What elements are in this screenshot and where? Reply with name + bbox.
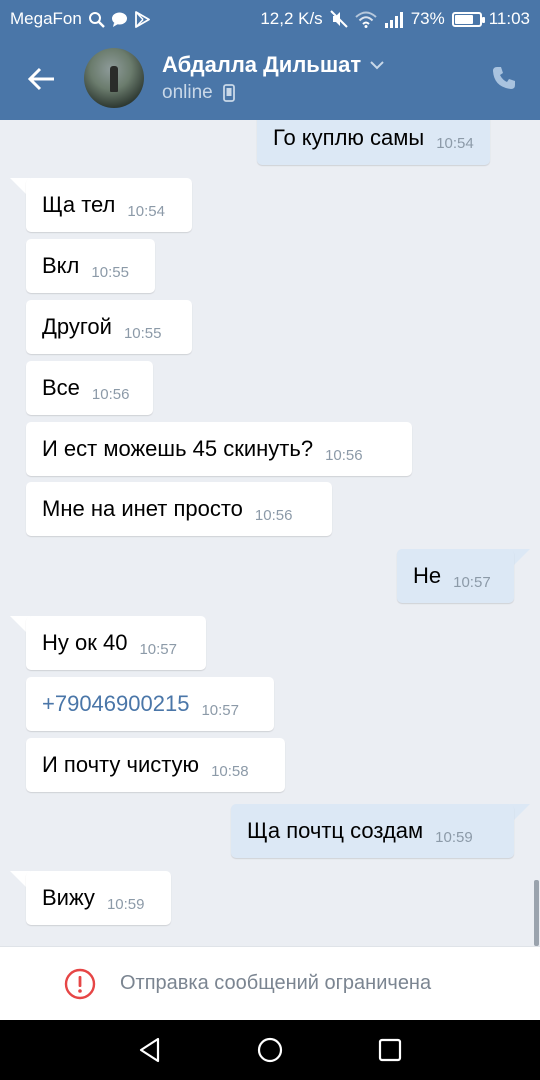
message-time: 10:57 [453, 573, 491, 591]
message-time: 10:55 [91, 263, 129, 281]
message-text: Вижу [42, 885, 95, 910]
message-incoming[interactable]: Ща тел 10:54 [26, 178, 192, 232]
mobile-icon [222, 84, 235, 102]
message-text: Не [413, 563, 442, 588]
message-incoming[interactable]: Вкл 10:55 [26, 239, 155, 293]
mute-icon [329, 10, 348, 28]
message-time: 10:55 [123, 324, 162, 342]
phone-icon[interactable] [490, 64, 518, 92]
message-time: 10:56 [91, 385, 130, 403]
message-outgoing[interactable]: Ща почтц создам 10:59 [231, 804, 514, 858]
contact-name-row[interactable]: Абдалла Дильшат [162, 52, 385, 78]
chat-bubble-icon [111, 12, 127, 27]
network-speed: 12,2 K/s [260, 9, 323, 28]
message-text: Вкл [42, 253, 80, 278]
message-incoming[interactable]: Мне на инет просто 10:56 [26, 482, 332, 536]
wifi-icon [355, 11, 377, 28]
message-time: 10:58 [211, 762, 249, 780]
message-list[interactable]: Го куплю самы 10:54 Ща тел 10:54 Вкл 10:… [0, 120, 540, 946]
signal-icon [384, 11, 403, 28]
message-text: Мне на инет просто [42, 496, 243, 521]
chevron-down-icon[interactable] [369, 60, 385, 70]
message-incoming[interactable]: Ну ок 40 10:57 [26, 616, 206, 670]
message-incoming[interactable]: И почту чистую 10:58 [26, 738, 285, 792]
message-time: 10:56 [254, 506, 293, 524]
clock: 11:03 [488, 9, 530, 28]
status-bar: MegaFon 12,2 K/s 73% 11:03 [0, 0, 540, 37]
message-incoming[interactable]: +79046900215 10:57 [26, 677, 274, 731]
message-outgoing[interactable]: Не 10:57 [397, 549, 514, 603]
message-time: 10:56 [325, 446, 363, 464]
battery-icon [451, 11, 485, 27]
message-outgoing[interactable]: Го куплю самы 10:54 [257, 120, 490, 165]
carrier-label: MegaFon [10, 9, 82, 28]
avatar[interactable] [84, 48, 144, 108]
message-text: И почту чистую [42, 752, 200, 777]
system-nav-bar [0, 1020, 540, 1080]
restriction-text: Отправка сообщений ограничена [120, 972, 432, 994]
message-text: Другой [42, 314, 112, 339]
alert-circle-icon [64, 968, 96, 1000]
restriction-bar: Отправка сообщений ограничена [0, 946, 540, 1020]
message-time: 10:59 [435, 828, 473, 846]
recents-square-icon[interactable] [376, 1036, 404, 1064]
message-text: Ща почтц создам [247, 818, 424, 843]
home-circle-icon[interactable] [256, 1036, 284, 1064]
message-text: И ест можешь 45 скинуть? [42, 436, 314, 461]
message-time: 10:59 [106, 895, 145, 913]
message-incoming[interactable]: Другой 10:55 [26, 300, 192, 354]
online-status: online [162, 82, 213, 103]
message-incoming[interactable]: И ест можешь 45 скинуть? 10:56 [26, 422, 412, 476]
message-text: Ну ок 40 [42, 630, 128, 655]
message-time: 10:57 [139, 640, 177, 658]
battery-percent: 73% [410, 9, 445, 28]
contact-name[interactable]: Абдалла Дильшат [162, 52, 361, 78]
phone-number-link[interactable]: +79046900215 [42, 691, 189, 717]
message-text: Го куплю самы [273, 124, 425, 150]
play-store-icon [134, 10, 150, 28]
chat-header: Абдалла Дильшат online [0, 37, 540, 120]
message-time: 10:54 [127, 202, 165, 220]
back-arrow-icon[interactable] [24, 61, 60, 97]
message-time: 10:54 [436, 135, 474, 152]
scrollbar[interactable] [534, 880, 539, 946]
message-text: Все [42, 375, 80, 400]
message-time: 10:57 [201, 701, 239, 719]
message-text: Ща тел [42, 192, 116, 217]
back-triangle-icon[interactable] [136, 1036, 164, 1064]
message-incoming[interactable]: Все 10:56 [26, 361, 153, 415]
message-incoming[interactable]: Вижу 10:59 [26, 871, 171, 925]
search-icon [88, 11, 105, 28]
